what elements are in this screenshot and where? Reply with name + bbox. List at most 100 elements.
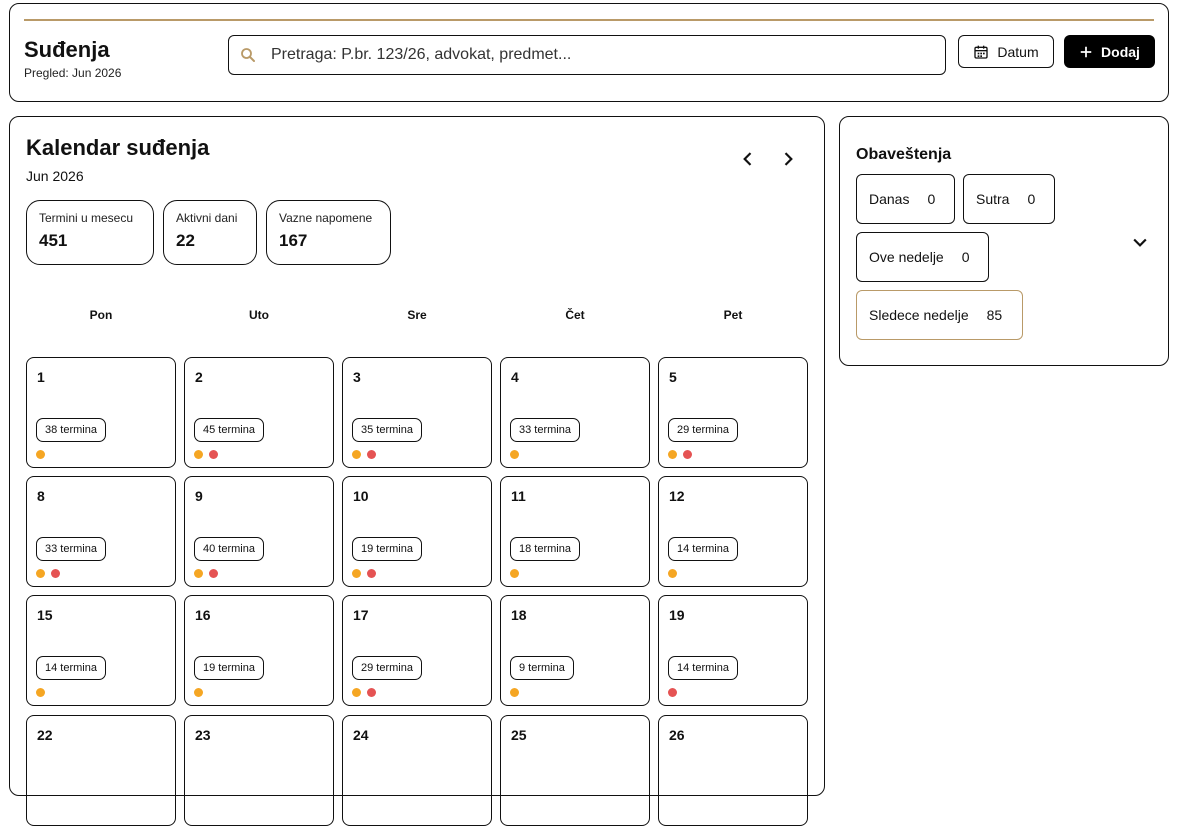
day-cell[interactable]: 8 33 termina	[26, 476, 176, 587]
day-cell[interactable]: 26	[658, 715, 808, 826]
orange-status-dot	[352, 450, 361, 459]
notif-label: Sledece nedelje	[869, 307, 969, 323]
status-dots	[510, 569, 519, 578]
orange-status-dot	[36, 569, 45, 578]
hearing-count-badge: 40 termina	[194, 537, 264, 561]
day-number: 5	[669, 369, 677, 385]
day-cell[interactable]: 11 18 termina	[500, 476, 650, 587]
day-cell[interactable]: 25	[500, 715, 650, 826]
day-number: 25	[511, 727, 527, 743]
stat-label: Aktivni dani	[176, 211, 238, 225]
weekday-header: Pet	[723, 308, 743, 322]
status-dots	[194, 569, 218, 578]
day-cell[interactable]: 12 14 termina	[658, 476, 808, 587]
day-cell[interactable]: 2 45 termina	[184, 357, 334, 468]
hearing-count-badge: 18 termina	[510, 537, 580, 561]
stat-card: Aktivni dani 22	[163, 200, 257, 265]
plus-icon	[1080, 46, 1092, 57]
weekday-header: Pon	[89, 308, 113, 322]
stat-value: 22	[176, 231, 195, 250]
notif-today[interactable]: Danas 0	[856, 174, 955, 224]
day-cell[interactable]: 18 9 termina	[500, 595, 650, 706]
orange-status-dot	[36, 450, 45, 459]
notif-label: Sutra	[976, 191, 1010, 207]
chevron-right-icon[interactable]	[778, 149, 798, 169]
day-cell[interactable]: 24	[342, 715, 492, 826]
day-cell[interactable]: 23	[184, 715, 334, 826]
day-cell[interactable]: 15 14 termina	[26, 595, 176, 706]
notif-count: 0	[927, 191, 936, 207]
status-dots	[352, 688, 376, 697]
orange-status-dot	[510, 450, 519, 459]
notif-tomorrow[interactable]: Sutra 0	[963, 174, 1055, 224]
notif-label: Ove nedelje	[869, 249, 944, 265]
red-status-dot	[668, 688, 677, 697]
date-button-label: Datum	[997, 43, 1039, 60]
date-button[interactable]: Datum	[958, 35, 1054, 68]
status-dots	[194, 688, 203, 697]
red-status-dot	[367, 450, 376, 459]
hearing-count-badge: 14 termina	[36, 656, 106, 680]
orange-status-dot	[668, 569, 677, 578]
search-input[interactable]	[271, 40, 931, 70]
status-dots	[36, 450, 45, 459]
day-cell[interactable]: 4 33 termina	[500, 357, 650, 468]
day-number: 12	[669, 488, 685, 504]
orange-status-dot	[194, 569, 203, 578]
status-dots	[36, 688, 45, 697]
day-number: 9	[195, 488, 203, 504]
notif-count: 85	[986, 307, 1003, 323]
calendar-panel: Kalendar suđenja Jun 2026 Termini u mese…	[9, 116, 825, 826]
day-cell[interactable]: 17 29 termina	[342, 595, 492, 706]
status-dots	[668, 450, 692, 459]
status-dots	[510, 450, 519, 459]
hearing-count-badge: 35 termina	[352, 418, 422, 442]
orange-status-dot	[194, 450, 203, 459]
hearing-count-badge: 19 termina	[194, 656, 264, 680]
calendar-month: Jun 2026	[26, 168, 84, 184]
notif-count: 0	[961, 249, 970, 265]
chevron-down-icon[interactable]	[1130, 232, 1150, 252]
day-number: 16	[195, 607, 211, 623]
day-cell[interactable]: 22	[26, 715, 176, 826]
status-dots	[352, 569, 376, 578]
orange-status-dot	[352, 569, 361, 578]
red-status-dot	[209, 569, 218, 578]
stat-value: 167	[279, 231, 308, 250]
notif-next-week[interactable]: Sledece nedelje 85	[856, 290, 1023, 340]
notif-label: Danas	[869, 191, 910, 207]
day-number: 3	[353, 369, 361, 385]
hearing-count-badge: 19 termina	[352, 537, 422, 561]
add-button[interactable]: Dodaj	[1064, 35, 1155, 68]
orange-status-dot	[510, 688, 519, 697]
hearing-count-badge: 38 termina	[36, 418, 106, 442]
day-cell[interactable]: 16 19 termina	[184, 595, 334, 706]
day-cell[interactable]: 1 38 termina	[26, 357, 176, 468]
day-cell[interactable]: 10 19 termina	[342, 476, 492, 587]
status-dots	[352, 450, 376, 459]
chevron-left-icon[interactable]	[738, 149, 758, 169]
red-status-dot	[683, 450, 692, 459]
day-number: 4	[511, 369, 519, 385]
day-number: 1	[37, 369, 45, 385]
day-number: 19	[669, 607, 685, 623]
day-number: 2	[195, 369, 203, 385]
day-cell[interactable]: 3 35 termina	[342, 357, 492, 468]
hearing-count-badge: 33 termina	[510, 418, 580, 442]
red-status-dot	[209, 450, 218, 459]
day-cell[interactable]: 5 29 termina	[658, 357, 808, 468]
page-subtitle: Pregled: Jun 2026	[24, 66, 122, 80]
stat-label: Vazne napomene	[279, 211, 373, 225]
weekday-header: Sre	[407, 308, 427, 322]
status-dots	[36, 569, 60, 578]
search-box[interactable]	[228, 35, 946, 75]
day-number: 26	[669, 727, 685, 743]
notif-this-week[interactable]: Ove nedelje 0	[856, 232, 989, 282]
weekday-header: Čet	[565, 308, 585, 322]
notifications-title: Obaveštenja	[856, 146, 952, 163]
calendar-icon	[974, 45, 989, 59]
header-bar: Suđenja Pregled: Jun 2026 Datum Dodaj	[9, 3, 1169, 102]
day-cell[interactable]: 19 14 termina	[658, 595, 808, 706]
hearing-count-badge: 33 termina	[36, 537, 106, 561]
day-cell[interactable]: 9 40 termina	[184, 476, 334, 587]
